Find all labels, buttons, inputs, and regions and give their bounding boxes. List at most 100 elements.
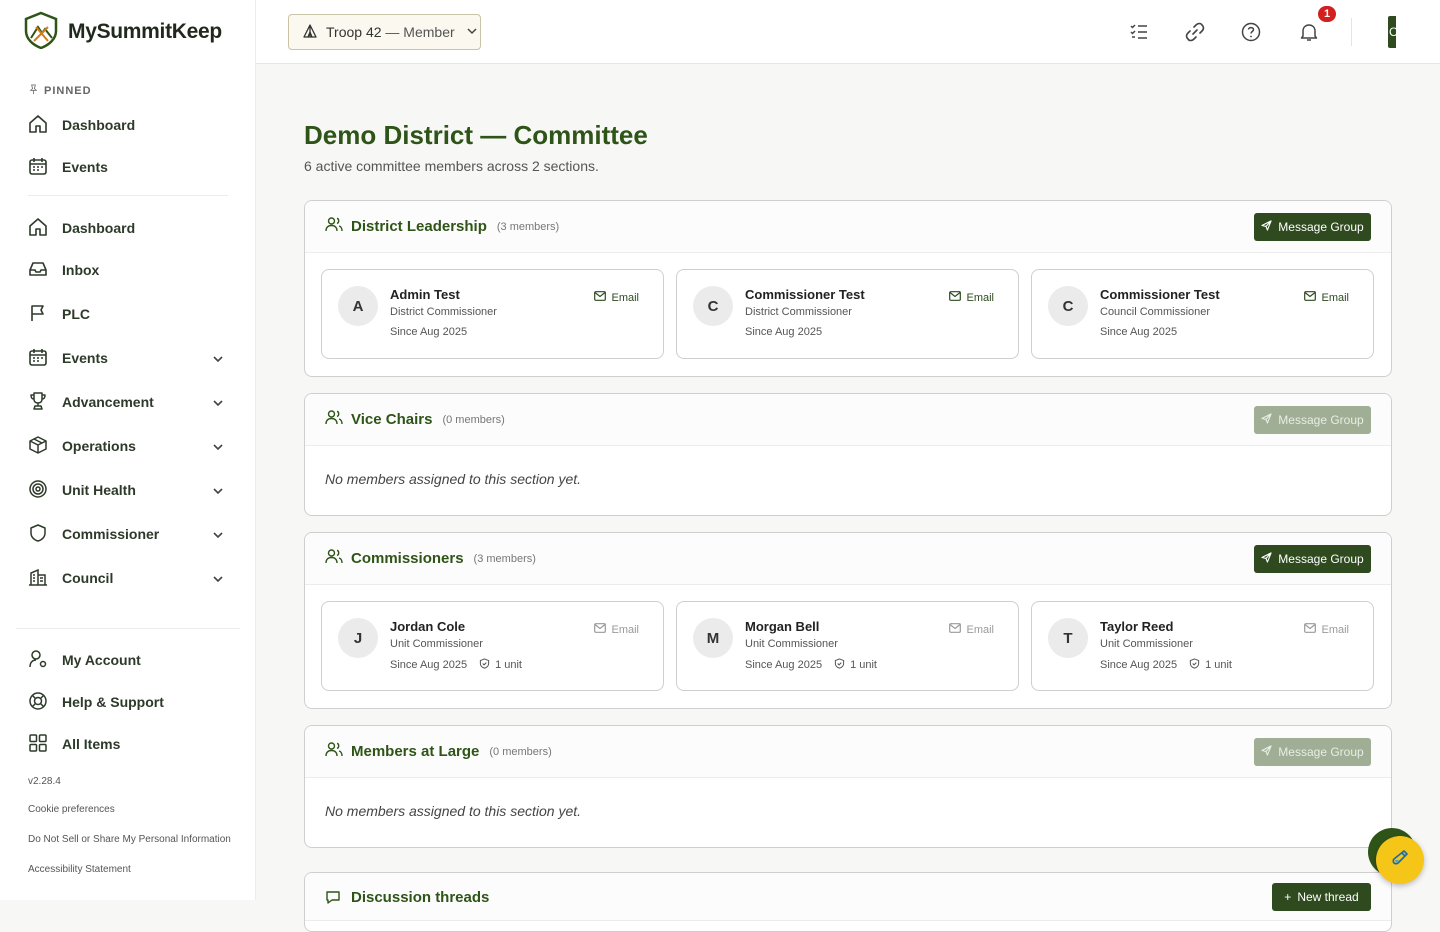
flag-icon bbox=[28, 303, 48, 326]
sidebar-item-inbox[interactable]: Inbox bbox=[28, 258, 228, 282]
troop-selector[interactable]: Troop 42 — Member bbox=[288, 14, 481, 50]
section-count: (0 members) bbox=[489, 746, 551, 758]
pin-icon bbox=[28, 84, 39, 98]
section-header: Commissioners (3 members) Message Group bbox=[305, 533, 1391, 585]
users-icon bbox=[325, 408, 343, 431]
message-group-button[interactable]: Message Group bbox=[1254, 545, 1371, 573]
inbox-icon bbox=[28, 259, 48, 282]
send-icon bbox=[1261, 552, 1272, 566]
sidebar-item-plc[interactable]: PLC bbox=[28, 302, 228, 326]
pinned-item-events[interactable]: Events bbox=[28, 155, 228, 179]
member-name: Morgan Bell bbox=[745, 619, 819, 634]
member-card[interactable]: T Taylor Reed Unit Commissioner Since Au… bbox=[1031, 601, 1374, 691]
new-thread-button[interactable]: + New thread bbox=[1272, 883, 1371, 911]
member-card[interactable]: A Admin Test District Commissioner Since… bbox=[321, 269, 664, 359]
avatar: C bbox=[693, 286, 733, 326]
sidebar-item-dashboard[interactable]: Dashboard bbox=[28, 216, 228, 240]
message-group-button[interactable]: Message Group bbox=[1254, 738, 1371, 766]
notification-badge: 1 bbox=[1316, 4, 1338, 24]
avatar: J bbox=[338, 618, 378, 658]
message-group-button[interactable]: Message Group bbox=[1254, 213, 1371, 241]
chevron-down-icon[interactable] bbox=[212, 352, 224, 368]
avatar[interactable]: C bbox=[1388, 16, 1396, 48]
chevron-down-icon bbox=[466, 24, 478, 40]
sidebar-item-my-account[interactable]: My Account bbox=[28, 648, 228, 672]
member-card[interactable]: J Jordan Cole Unit Commissioner Since Au… bbox=[321, 601, 664, 691]
home-icon bbox=[28, 217, 48, 240]
grid-icon bbox=[28, 733, 48, 756]
sidebar-item-all-items[interactable]: All Items bbox=[28, 732, 228, 756]
flask-icon bbox=[1390, 848, 1410, 873]
page-title: Demo District — Committee bbox=[304, 120, 648, 151]
email-button[interactable]: Email bbox=[1304, 291, 1349, 304]
section-title: Members at Large bbox=[351, 743, 479, 760]
email-button[interactable]: Email bbox=[949, 291, 994, 304]
sidebar-item-council[interactable]: Council bbox=[28, 566, 228, 590]
bell-icon[interactable] bbox=[1297, 20, 1321, 44]
avatar: C bbox=[1048, 286, 1088, 326]
lifebuoy-icon bbox=[28, 691, 48, 714]
section-title: Commissioners bbox=[351, 550, 464, 567]
member-list: A Admin Test District Commissioner Since… bbox=[305, 253, 1391, 375]
sidebar: MySummitKeep PINNED Dashboard Events Das… bbox=[0, 0, 256, 900]
mail-icon bbox=[949, 623, 961, 636]
member-role: Unit Commissioner bbox=[390, 638, 483, 650]
message-group-button[interactable]: Message Group bbox=[1254, 406, 1371, 434]
sidebar-item-help-support[interactable]: Help & Support bbox=[28, 690, 228, 714]
users-icon bbox=[325, 740, 343, 763]
divider bbox=[28, 195, 228, 196]
member-since: Since Aug 2025 1 unit bbox=[1100, 658, 1232, 672]
sidebar-item-commissioner[interactable]: Commissioner bbox=[28, 522, 228, 546]
chevron-down-icon[interactable] bbox=[212, 528, 224, 544]
unit-count: 1 unit bbox=[1189, 658, 1232, 672]
member-name: Commissioner Test bbox=[745, 287, 865, 302]
sidebar-item-operations[interactable]: Operations bbox=[28, 434, 228, 458]
member-role: District Commissioner bbox=[390, 306, 497, 318]
section-count: (3 members) bbox=[474, 553, 536, 565]
empty-state: No members assigned to this section yet. bbox=[305, 446, 1391, 512]
mail-icon bbox=[1304, 623, 1316, 636]
do-not-sell-link[interactable]: Do Not Sell or Share My Personal Informa… bbox=[28, 834, 231, 845]
app-version: v2.28.4 bbox=[28, 776, 61, 787]
mail-icon bbox=[949, 291, 961, 304]
sidebar-item-unit-health[interactable]: Unit Health bbox=[28, 478, 228, 502]
send-icon bbox=[1261, 413, 1272, 427]
accessibility-statement-link[interactable]: Accessibility Statement bbox=[28, 864, 131, 875]
feedback-button[interactable] bbox=[1376, 836, 1424, 884]
member-since: Since Aug 2025 bbox=[390, 326, 467, 338]
empty-state: No members assigned to this section yet. bbox=[305, 778, 1391, 844]
email-button[interactable]: Email bbox=[594, 623, 639, 636]
pinned-item-dashboard[interactable]: Dashboard bbox=[28, 113, 228, 137]
member-card[interactable]: C Commissioner Test Council Commissioner… bbox=[1031, 269, 1374, 359]
shield-check-icon bbox=[479, 658, 490, 672]
section-title: Vice Chairs bbox=[351, 411, 432, 428]
chevron-down-icon[interactable] bbox=[212, 396, 224, 412]
sidebar-item-advancement[interactable]: Advancement bbox=[28, 390, 228, 414]
chevron-down-icon[interactable] bbox=[212, 484, 224, 500]
logo-icon bbox=[24, 11, 58, 54]
email-button[interactable]: Email bbox=[949, 623, 994, 636]
member-since: Since Aug 2025 1 unit bbox=[745, 658, 877, 672]
member-card[interactable]: C Commissioner Test District Commissione… bbox=[676, 269, 1019, 359]
link-icon[interactable] bbox=[1183, 20, 1207, 44]
tent-icon bbox=[303, 24, 317, 41]
sidebar-item-events[interactable]: Events bbox=[28, 346, 228, 370]
email-button[interactable]: Email bbox=[594, 291, 639, 304]
member-name: Taylor Reed bbox=[1100, 619, 1173, 634]
member-role: Unit Commissioner bbox=[745, 638, 838, 650]
section-vice-chairs: Vice Chairs (0 members) Message Group No… bbox=[304, 393, 1392, 516]
email-button[interactable]: Email bbox=[1304, 623, 1349, 636]
checklist-icon[interactable] bbox=[1127, 20, 1151, 44]
member-card[interactable]: M Morgan Bell Unit Commissioner Since Au… bbox=[676, 601, 1019, 691]
user-gear-icon bbox=[28, 649, 48, 672]
box-icon bbox=[28, 435, 48, 458]
brand[interactable]: MySummitKeep bbox=[24, 13, 222, 51]
message-icon bbox=[325, 889, 343, 912]
help-icon[interactable] bbox=[1239, 20, 1263, 44]
cookie-preferences-link[interactable]: Cookie preferences bbox=[28, 804, 115, 815]
chevron-down-icon[interactable] bbox=[212, 440, 224, 456]
divider bbox=[1351, 18, 1352, 46]
member-name: Commissioner Test bbox=[1100, 287, 1220, 302]
trophy-icon bbox=[28, 391, 48, 414]
chevron-down-icon[interactable] bbox=[212, 572, 224, 588]
